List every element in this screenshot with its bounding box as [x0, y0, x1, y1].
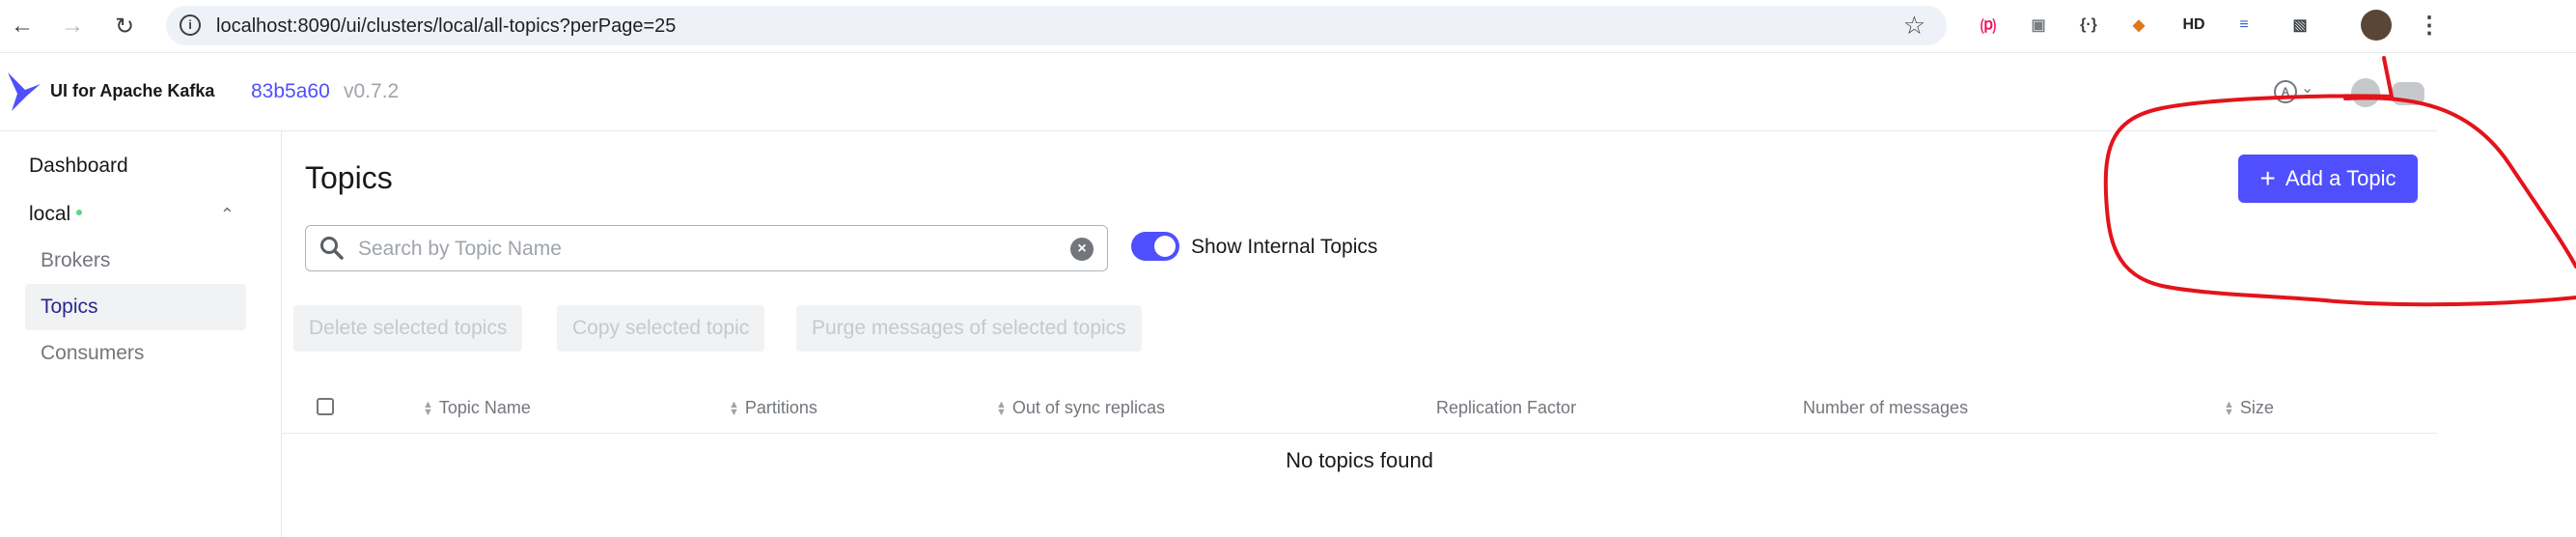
brand-name[interactable]: UI for Apache Kafka — [50, 81, 214, 101]
hd-icon[interactable]: HD — [2179, 11, 2208, 40]
sort-icon: ▲ ▼ — [423, 399, 433, 419]
clear-search-icon[interactable]: × — [1070, 238, 1094, 261]
sort-icon: ▲ ▼ — [996, 399, 1007, 419]
sidebar-item-label: Brokers — [41, 249, 111, 271]
column-replication-factor: Replication Factor — [1436, 398, 1576, 418]
table-header: ▲ ▼ Topic Name ▲ ▼ Partitions ▲ ▼ Out of sync … — [282, 384, 2437, 434]
chevron-up-icon[interactable]: ⌃ — [220, 191, 235, 238]
commit-link[interactable]: 83b5a60 — [251, 80, 330, 103]
column-label: Number of messages — [1803, 398, 1969, 417]
search-input[interactable] — [356, 234, 1055, 265]
column-out-of-sync[interactable]: ▲ ▼ Out of sync replicas — [996, 398, 1165, 418]
discord-icon[interactable] — [2392, 82, 2424, 105]
column-label: Size — [2239, 398, 2274, 417]
sidebar-item-topics[interactable]: Topics — [25, 284, 246, 330]
column-label: Replication Factor — [1436, 398, 1577, 417]
version-label: v0.7.2 — [344, 80, 400, 102]
column-label: Partitions — [744, 398, 817, 417]
sidebar-cluster-local[interactable]: local ⌃ — [25, 191, 246, 238]
bookmark-star-icon[interactable]: ☆ — [1903, 11, 1925, 41]
sidebar-item-label: Dashboard — [29, 155, 128, 177]
more-menu-icon[interactable]: ⋮ — [2415, 11, 2444, 40]
camera-icon[interactable]: ▣ — [2024, 11, 2053, 40]
sidebar-item-brokers[interactable]: Brokers — [25, 238, 246, 284]
app-header: UI for Apache Kafka 83b5a60 v0.7.2 A ⌄ — [0, 53, 2437, 131]
delete-selected-button[interactable]: Delete selected topics — [293, 305, 523, 352]
add-topic-button[interactable]: + Add a Topic — [2238, 155, 2418, 203]
site-info-icon[interactable]: i — [180, 14, 201, 36]
add-topic-label: Add a Topic — [2285, 166, 2396, 190]
column-topic-name[interactable]: ▲ ▼ Topic Name — [423, 398, 531, 418]
sort-icon: ▲ ▼ — [729, 399, 739, 419]
column-label: Topic Name — [438, 398, 531, 417]
purge-messages-button[interactable]: Purge messages of selected topics — [796, 305, 1142, 352]
forward-icon[interactable]: → — [56, 10, 89, 42]
search-box[interactable]: × — [305, 225, 1108, 271]
pin-icon[interactable]: ⒫ — [1974, 11, 2003, 40]
column-number-of-messages: Number of messages — [1803, 398, 1968, 418]
sidebar-item-label: Consumers — [41, 342, 145, 364]
plus-icon: + — [2259, 163, 2276, 193]
cluster-name: local — [29, 203, 71, 225]
sidebar: Dashboard local ⌃ Brokers Topics Consume… — [0, 131, 282, 537]
page-title: Topics — [305, 160, 393, 195]
column-size[interactable]: ▲ ▼ Size — [2224, 398, 2274, 418]
sidebar-item-consumers[interactable]: Consumers — [25, 330, 246, 377]
sort-icon: ▲ ▼ — [2224, 399, 2234, 419]
toggle-label: Show Internal Topics — [1191, 236, 1378, 258]
brackets-icon[interactable]: {·} — [2074, 11, 2103, 40]
fox-icon[interactable]: ◆ — [2124, 11, 2153, 40]
column-label: Out of sync replicas — [1011, 398, 1165, 417]
stack-icon[interactable]: ≡ — [2230, 11, 2258, 40]
reload-icon[interactable]: ↻ — [108, 10, 141, 42]
sidebar-item-label: Topics — [41, 296, 98, 318]
search-icon — [320, 237, 344, 260]
puzzle-icon[interactable]: ▧ — [2285, 11, 2314, 40]
sidebar-item-dashboard[interactable]: Dashboard — [25, 143, 246, 189]
status-dot — [76, 210, 83, 216]
browser-toolbar: ← → ↻ i localhost:8090/ui/clusters/local… — [0, 0, 2576, 53]
copy-selected-button[interactable]: Copy selected topic — [557, 305, 765, 352]
address-bar[interactable]: i localhost:8090/ui/clusters/local/all-t… — [166, 6, 1947, 45]
select-all-checkbox[interactable] — [317, 398, 334, 415]
chevron-down-icon[interactable]: ⌄ — [2301, 78, 2313, 98]
column-partitions[interactable]: ▲ ▼ Partitions — [729, 398, 817, 418]
kafka-logo-icon[interactable] — [6, 69, 44, 113]
url-text[interactable]: localhost:8090/ui/clusters/local/all-top… — [216, 15, 676, 38]
github-icon[interactable] — [2351, 78, 2380, 107]
back-icon[interactable]: ← — [6, 10, 39, 42]
toggle-knob — [1154, 236, 1176, 257]
profile-avatar[interactable] — [2361, 10, 2392, 41]
internal-topics-toggle[interactable] — [1131, 232, 1179, 261]
empty-state-message: No topics found — [1286, 448, 1433, 472]
main-content: Topics + Add a Topic × Show Internal Top… — [282, 131, 2437, 537]
user-avatar[interactable]: A — [2274, 80, 2297, 103]
